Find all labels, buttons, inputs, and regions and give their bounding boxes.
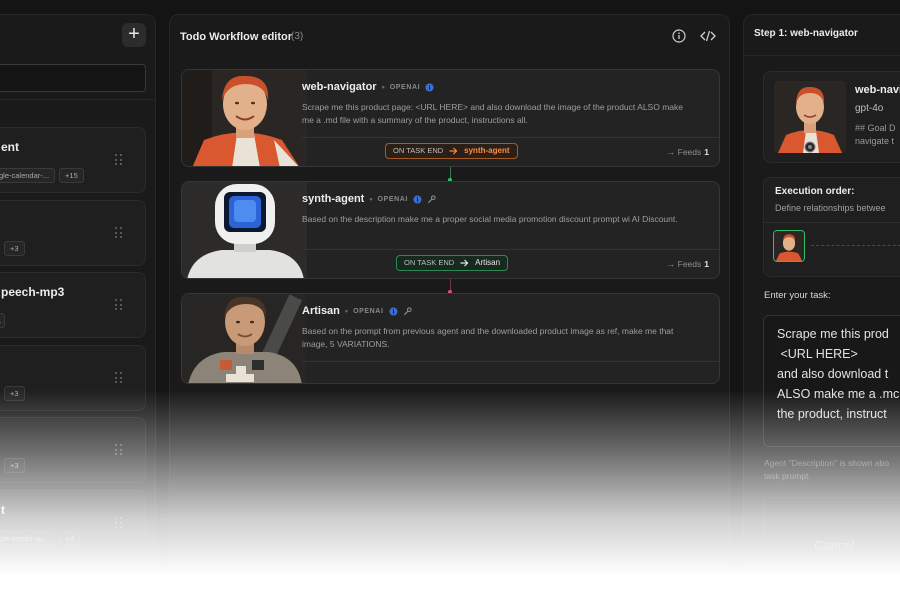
agent-description: Based on the prompt from previous agent …	[302, 326, 674, 349]
info-icon[interactable]	[425, 82, 434, 92]
info-icon[interactable]	[413, 194, 422, 204]
selected-agent-model: gpt-4o	[855, 103, 884, 114]
drag-handle-icon[interactable]	[115, 517, 124, 529]
agent-avatar-web-navigator	[182, 70, 307, 166]
on-task-end-badge[interactable]: ON TASK END Artisan	[396, 255, 509, 271]
execution-order-box: Execution order: Define relationships be…	[763, 177, 900, 277]
separator-dot: •	[369, 194, 373, 204]
drag-handle-icon[interactable]	[115, 227, 124, 239]
feeds-arrow-icon: →	[666, 259, 676, 269]
feeds-arrow-icon: →	[666, 147, 676, 157]
agent-name-text: web-navigator	[302, 81, 377, 93]
on-task-end-target: Artisan	[475, 258, 501, 267]
cancel-button[interactable]: Cancel	[814, 538, 854, 553]
agent-provider: OPENAI	[389, 83, 421, 91]
agent-description: Based on the description make me a prope…	[302, 214, 678, 224]
code-icon[interactable]	[700, 29, 716, 43]
info-icon[interactable]	[388, 306, 398, 316]
task-label: Enter your task:	[764, 290, 831, 301]
arrow-right-icon	[460, 259, 469, 267]
feeds-count: → Feeds 1	[667, 259, 709, 269]
tool-count-chip: 1	[0, 313, 6, 328]
step-title: Step 1: web-navigator	[754, 28, 858, 39]
tool-wrench-icon	[403, 306, 412, 315]
agent-list-item[interactable]: t gle-trends-qu... +4	[0, 490, 146, 556]
agent-card-artisan[interactable]: Artisan • OPENAI Based on the prompt fro…	[181, 293, 720, 384]
feeds-count: → Feeds 1	[667, 147, 709, 157]
agent-provider: OPENAI	[377, 195, 408, 203]
card-divider	[302, 361, 719, 362]
feeds-label: Feeds	[677, 147, 702, 157]
agent-count: (3)	[291, 31, 304, 42]
agent-card-web-navigator[interactable]: web-navigator • OPENAI Scrape me this pr…	[181, 69, 720, 167]
drag-handle-icon[interactable]	[115, 154, 124, 166]
task-hint: Agent "Description" is shown abo task pr…	[764, 458, 890, 481]
card-divider	[302, 137, 719, 138]
tool-count-chip: +15	[59, 168, 84, 183]
execution-order-subtitle: Define relationships betwee	[775, 203, 886, 213]
agents-sidebar: + ent gle-calendar-... +15 +3 peech-mp3 …	[0, 14, 156, 600]
on-task-end-target: synth-agent	[464, 146, 510, 155]
agent-name-text: synth-agent	[302, 193, 365, 205]
execution-divider	[764, 222, 900, 223]
goal-line: ## Goal D	[855, 123, 896, 133]
goal-line: navigate t	[855, 136, 895, 146]
step-config-panel: Step 1: web-navigator web-navi gpt-4o ##…	[743, 14, 900, 600]
agent-card-synth-agent[interactable]: synth-agent • OPENAI Based on the descri…	[181, 181, 720, 279]
selected-agent-avatar	[774, 81, 846, 153]
on-task-end-label: ON TASK END	[393, 146, 444, 155]
agent-list-item[interactable]: ent gle-calendar-... +15	[0, 127, 146, 193]
tool-chip: gle-trends-qu...	[0, 531, 56, 546]
on-task-end-label: ON TASK END	[404, 258, 455, 267]
separator-dot: •	[344, 306, 349, 316]
feeds-number: 1	[704, 259, 709, 269]
agent-name: Artisan • OPENAI	[302, 305, 412, 317]
agent-list-item[interactable]: +3	[0, 345, 146, 411]
sidebar-divider	[0, 99, 155, 100]
on-task-end-badge[interactable]: ON TASK END synth-agent	[385, 143, 518, 159]
feeds-number: 1	[704, 147, 709, 157]
task-textarea[interactable]: Scrape me this prod <URL HERE> and also …	[763, 315, 900, 447]
workflow-editor-panel: Todo Workflow editor (3) web-navigator •	[169, 14, 730, 600]
execution-connector	[811, 245, 900, 246]
agent-list-item-title: t	[1, 503, 5, 517]
tool-chip: gle-calendar-...	[0, 168, 56, 183]
selected-agent-goal: ## Goal D navigate t	[855, 122, 896, 148]
tool-count-chip: +4	[59, 531, 81, 546]
task-textarea-value: Scrape me this prod <URL HERE> and also …	[777, 327, 900, 421]
arrow-right-icon	[449, 147, 458, 155]
agent-provider: OPENAI	[353, 307, 384, 315]
agent-search-input[interactable]	[0, 64, 146, 92]
panel-divider	[744, 55, 900, 56]
tool-count-chip: +3	[4, 241, 25, 256]
tool-count-chip: +3	[4, 458, 25, 473]
tool-count-chip: +3	[4, 386, 25, 401]
execution-agent-thumb[interactable]	[773, 230, 805, 262]
agent-list-item[interactable]: +3	[0, 417, 146, 483]
agent-list-item-title: ent	[1, 140, 19, 154]
selected-agent-name: web-navi	[855, 84, 900, 96]
drag-handle-icon[interactable]	[115, 444, 124, 456]
selected-agent-card[interactable]: web-navi gpt-4o ## Goal D navigate t	[763, 71, 900, 163]
feeds-label: Feeds	[677, 259, 702, 269]
card-divider	[302, 249, 719, 250]
drag-handle-icon[interactable]	[115, 299, 124, 311]
tool-wrench-icon	[427, 194, 436, 203]
agent-description: Scrape me this product page: <URL HERE> …	[302, 102, 683, 125]
agent-name-text: Artisan	[302, 305, 340, 317]
agent-list-item-title: peech-mp3	[1, 285, 65, 299]
add-agent-button[interactable]: +	[122, 23, 146, 47]
agent-avatar-synth-agent	[182, 182, 307, 278]
editor-title: Todo Workflow editor	[180, 31, 293, 43]
agent-name: synth-agent • OPENAI	[302, 193, 436, 205]
separator-dot: •	[381, 82, 385, 92]
agent-avatar-artisan	[182, 294, 307, 383]
agent-list-item[interactable]: peech-mp3 1	[0, 272, 146, 338]
agent-list-item[interactable]: +3	[0, 200, 146, 266]
info-icon[interactable]	[672, 29, 686, 43]
agent-name: web-navigator • OPENAI	[302, 81, 434, 93]
drag-handle-icon[interactable]	[115, 372, 124, 384]
execution-order-title: Execution order:	[775, 186, 855, 197]
